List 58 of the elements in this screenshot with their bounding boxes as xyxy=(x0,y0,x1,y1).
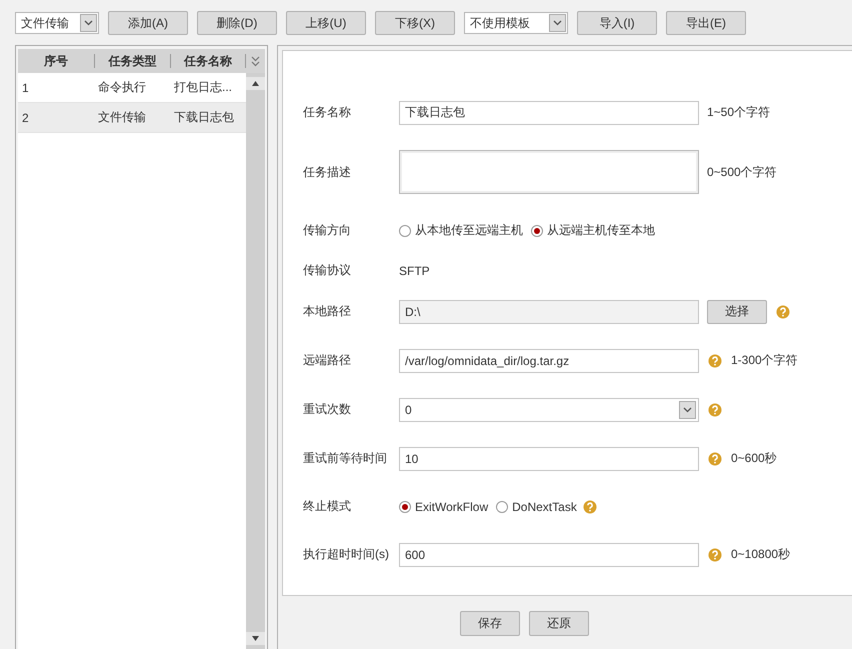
radio-option[interactable]: 从本地传至远端主机 xyxy=(399,222,523,239)
table-cell-text: 下载日志包 xyxy=(173,109,235,126)
table-cell-text: 打包日志... xyxy=(173,79,234,96)
dropdown[interactable]: 文件传输 xyxy=(15,12,99,34)
field-label: 任务描述 xyxy=(303,164,352,180)
radio-button[interactable] xyxy=(496,500,508,512)
field-label: 任务名称 xyxy=(303,104,352,121)
field-label: 传输方向 xyxy=(303,222,352,239)
field-label: 传输协议 xyxy=(303,262,352,279)
footer-button[interactable]: 还原 xyxy=(529,611,589,636)
table-cell-text: 2 xyxy=(21,110,30,124)
table-cell-text: 命令执行 xyxy=(97,79,147,96)
hint-text: 0~500个字符 xyxy=(707,164,777,180)
input-field[interactable]: 600 xyxy=(399,542,699,566)
text-area[interactable] xyxy=(399,150,699,194)
help-icon[interactable] xyxy=(708,354,722,368)
footer-button[interactable]: 保存 xyxy=(460,611,520,636)
toolbar-button[interactable]: 导入(I) xyxy=(577,11,657,35)
help-icon[interactable] xyxy=(708,452,722,466)
input-field[interactable]: 10 xyxy=(399,446,699,470)
help-icon[interactable] xyxy=(708,548,722,562)
toolbar-button[interactable]: 导出(E) xyxy=(666,11,746,35)
hint-text: 0~10800秒 xyxy=(731,546,790,563)
hint-text: 0~600秒 xyxy=(731,450,777,467)
field-value: SFTP xyxy=(399,264,430,278)
input-field[interactable]: 下载日志包 xyxy=(399,100,699,124)
column-header[interactable]: 任务名称 xyxy=(171,54,246,68)
field-label: 本地路径 xyxy=(303,303,352,320)
scroll-down-icon[interactable] xyxy=(246,632,265,645)
field-label: 远端路径 xyxy=(303,352,352,369)
radio-option[interactable]: DoNextTask xyxy=(496,500,577,514)
field-label: 终止模式 xyxy=(303,498,352,515)
toolbar-button[interactable]: 上移(U) xyxy=(286,11,366,35)
help-icon[interactable] xyxy=(582,500,597,514)
dropdown[interactable]: 不使用模板 xyxy=(464,12,568,34)
table-cell-text: 1 xyxy=(21,80,30,94)
radio-option[interactable]: ExitWorkFlow xyxy=(399,500,488,514)
toolbar-button[interactable]: 删除(D) xyxy=(197,11,277,35)
radio-button[interactable] xyxy=(399,500,411,512)
hint-text: 1-300个字符 xyxy=(731,352,798,369)
hint-text: 1~50个字符 xyxy=(707,104,770,121)
field-label: 重试次数 xyxy=(303,401,352,418)
table-row[interactable]: 2 文件传输 下载日志包 xyxy=(18,103,246,133)
radio-button[interactable] xyxy=(531,224,543,236)
scroll-up-icon[interactable] xyxy=(246,77,265,90)
field-label: 执行超时时间(s) xyxy=(303,546,390,563)
column-header[interactable]: 任务类型 xyxy=(94,54,172,68)
help-icon[interactable] xyxy=(708,402,722,416)
toolbar-button[interactable]: 下移(X) xyxy=(375,11,455,35)
column-header[interactable]: 序号 xyxy=(18,54,95,68)
table-cell-text: 文件传输 xyxy=(97,109,147,126)
input-field[interactable]: /var/log/omnidata_dir/log.tar.gz xyxy=(399,348,699,372)
radio-button[interactable] xyxy=(399,224,411,236)
dropdown[interactable]: 0 xyxy=(399,398,699,422)
scrollbar[interactable] xyxy=(246,73,265,649)
toolbar-button[interactable]: 添加(A) xyxy=(108,11,188,35)
radio-option[interactable]: 从远端主机传至本地 xyxy=(531,222,655,239)
field-label: 重试前等待时间 xyxy=(303,450,388,467)
